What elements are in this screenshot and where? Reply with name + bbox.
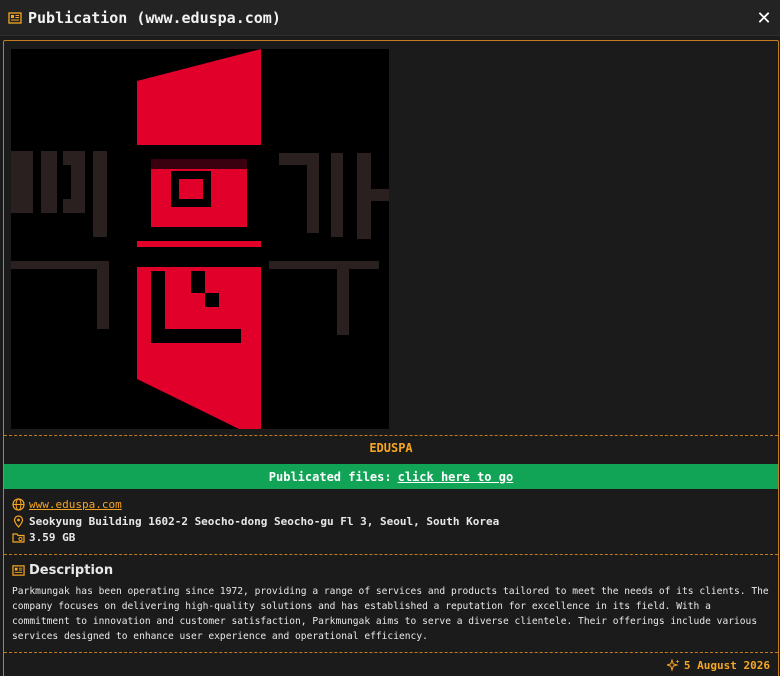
publication-date: 5 August 2026 xyxy=(666,659,770,672)
website-row: www.eduspa.com xyxy=(12,498,772,511)
size-text: 3.59 GB xyxy=(29,531,76,544)
size-row: 3.59 GB xyxy=(12,531,772,544)
title-bar: Publication (www.eduspa.com) ✕ xyxy=(0,0,780,36)
website-link[interactable]: www.eduspa.com xyxy=(29,498,122,511)
eduspa-logo xyxy=(11,49,389,429)
divider xyxy=(4,652,778,653)
publicated-files-bar: Publicated files: click here to go xyxy=(4,464,778,489)
address-text: Seokyung Building 1602-2 Seocho-dong Seo… xyxy=(29,515,500,528)
close-icon[interactable]: ✕ xyxy=(752,6,776,30)
map-pin-icon xyxy=(12,515,25,528)
newspaper-icon xyxy=(8,11,22,25)
files-label: Publicated files: xyxy=(268,469,392,484)
company-name: EDUSPA xyxy=(369,441,413,455)
divider xyxy=(4,554,778,555)
address-row: Seokyung Building 1602-2 Seocho-dong Seo… xyxy=(12,515,772,528)
description-text: Parkmungak has been operating since 1972… xyxy=(12,586,769,642)
description-heading-text: Description xyxy=(29,563,114,578)
files-link[interactable]: click here to go xyxy=(398,470,514,484)
date-text: 5 August 2026 xyxy=(683,659,770,672)
folder-icon xyxy=(12,531,25,544)
newspaper-icon xyxy=(12,564,25,577)
publication-card: EDUSPA Publicated files: click here to g… xyxy=(3,40,779,676)
sparkles-icon xyxy=(666,659,680,672)
window-title: Publication (www.eduspa.com) xyxy=(28,8,281,27)
description-heading: Description xyxy=(12,563,113,578)
globe-icon xyxy=(12,498,25,511)
divider xyxy=(4,435,778,436)
